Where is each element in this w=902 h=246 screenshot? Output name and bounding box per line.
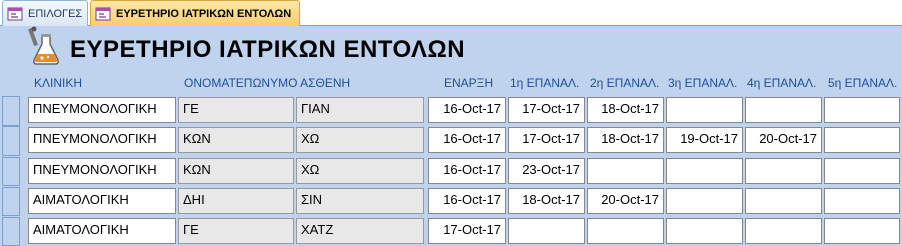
repeat-2-field[interactable]: 18-Oct-17 <box>587 127 664 153</box>
column-header-repeat-1: 1η ΕΠΑΝΑΛ. <box>510 76 580 90</box>
column-header-repeat-3: 3η ΕΠΑΝΑΛ. <box>668 76 738 90</box>
record-selector[interactable] <box>2 157 20 186</box>
surname-field[interactable]: ΓΕ <box>178 218 294 244</box>
tab-medical-orders-index[interactable]: ΕΥΡΕΤΗΡΙΟ ΙΑΤΡΙΚΩΝ ΕΝΤΟΛΩΝ <box>90 0 300 27</box>
repeat-2-field[interactable]: 20-Oct-17 <box>587 188 664 214</box>
start-date-field[interactable]: 16-Oct-17 <box>428 97 506 123</box>
clinic-field[interactable]: ΠΝΕΥΜΟΝΟΛΟΓΙΚΗ <box>28 97 176 123</box>
firstname-field[interactable]: ΧΩ <box>296 158 424 184</box>
tab-options-label: ΕΠΙΛΟΓΕΣ <box>28 7 83 20</box>
clinic-field[interactable]: ΑΙΜΑΤΟΛΟΓΙΚΗ <box>28 188 176 214</box>
surname-field[interactable]: ΔΗΙ <box>178 188 294 214</box>
repeat-5-field[interactable] <box>824 218 900 244</box>
repeat-3-field[interactable]: 19-Oct-17 <box>666 127 743 153</box>
column-header-clinic: ΚΛΙΝΙΚΗ <box>34 76 83 90</box>
firstname-field[interactable]: ΧΩ <box>296 127 424 153</box>
column-header-repeat-2: 2η ΕΠΑΝΑΛ. <box>590 76 660 90</box>
record-selector[interactable] <box>2 96 20 126</box>
repeat-2-field[interactable] <box>587 158 664 184</box>
start-date-field[interactable]: 17-Oct-17 <box>428 218 506 244</box>
record-selector[interactable] <box>2 126 20 156</box>
repeat-1-field[interactable]: 23-Oct-17 <box>508 158 585 184</box>
form-icon <box>95 6 111 22</box>
column-header-start: ΕΝΑΡΞΗ <box>444 76 494 90</box>
repeat-3-field[interactable] <box>666 218 743 244</box>
firstname-field[interactable]: ΧΑΤΖ <box>296 218 424 244</box>
surname-field[interactable]: ΚΩΝ <box>178 127 294 153</box>
repeat-1-field[interactable]: 17-Oct-17 <box>508 97 585 123</box>
repeat-3-field[interactable] <box>666 158 743 184</box>
repeat-5-field[interactable] <box>824 127 900 153</box>
repeat-4-field[interactable] <box>745 97 822 123</box>
clinic-field[interactable]: ΑΙΜΑΤΟΛΟΓΙΚΗ <box>28 218 176 244</box>
surname-field[interactable]: ΚΩΝ <box>178 158 294 184</box>
object-tab-bar: ΕΠΙΛΟΓΕΣ ΕΥΡΕΤΗΡΙΟ ΙΑΤΡΙΚΩΝ ΕΝΤΟΛΩΝ <box>0 0 902 27</box>
tab-options[interactable]: ΕΠΙΛΟΓΕΣ <box>2 0 88 26</box>
form-icon <box>7 6 23 22</box>
tab-medical-orders-index-label: ΕΥΡΕΤΗΡΙΟ ΙΑΤΡΙΚΩΝ ΕΝΤΟΛΩΝ <box>116 8 292 20</box>
record-selector[interactable] <box>2 217 20 246</box>
start-date-field[interactable]: 16-Oct-17 <box>428 127 506 153</box>
column-header-repeat-5: 5η ΕΠΑΝΑΛ. <box>828 76 898 90</box>
repeat-4-field[interactable] <box>745 188 822 214</box>
medical-orders-form: ΕΥΡΕΤΗΡΙΟ ΙΑΤΡΙΚΩΝ ΕΝΤΟΛΩΝ ΚΛΙΝΙΚΗ ΟΝΟΜΑ… <box>0 26 902 246</box>
firstname-field[interactable]: ΣΙΝ <box>296 188 424 214</box>
lab-flask-icon <box>26 26 62 66</box>
repeat-3-field[interactable] <box>666 97 743 123</box>
clinic-field[interactable]: ΠΝΕΥΜΟΝΟΛΟΓΙΚΗ <box>28 158 176 184</box>
repeat-4-field[interactable] <box>745 158 822 184</box>
firstname-field[interactable]: ΓΙΑΝ <box>296 97 424 123</box>
form-header: ΕΥΡΕΤΗΡΙΟ ΙΑΤΡΙΚΩΝ ΕΝΤΟΛΩΝ <box>0 26 902 76</box>
start-date-field[interactable]: 16-Oct-17 <box>428 188 506 214</box>
clinic-field[interactable]: ΠΝΕΥΜΟΝΟΛΟΓΙΚΗ <box>28 127 176 153</box>
repeat-4-field[interactable]: 20-Oct-17 <box>745 127 822 153</box>
repeat-3-field[interactable] <box>666 188 743 214</box>
page-title: ΕΥΡΕΤΗΡΙΟ ΙΑΤΡΙΚΩΝ ΕΝΤΟΛΩΝ <box>70 36 466 63</box>
repeat-2-field[interactable] <box>587 218 664 244</box>
repeat-4-field[interactable] <box>745 218 822 244</box>
repeat-5-field[interactable] <box>824 158 900 184</box>
repeat-1-field[interactable]: 17-Oct-17 <box>508 127 585 153</box>
column-header-patient: ΟΝΟΜΑΤΕΠΩΝΥΜΟ ΑΣΘΕΝΗ <box>184 76 351 90</box>
repeat-2-field[interactable]: 18-Oct-17 <box>587 97 664 123</box>
repeat-5-field[interactable] <box>824 97 900 123</box>
surname-field[interactable]: ΓΕ <box>178 97 294 123</box>
repeat-5-field[interactable] <box>824 188 900 214</box>
record-selector[interactable] <box>2 187 20 216</box>
column-header-repeat-4: 4η ΕΠΑΝΑΛ. <box>747 76 817 90</box>
repeat-1-field[interactable]: 18-Oct-17 <box>508 188 585 214</box>
start-date-field[interactable]: 16-Oct-17 <box>428 158 506 184</box>
repeat-1-field[interactable] <box>508 218 585 244</box>
